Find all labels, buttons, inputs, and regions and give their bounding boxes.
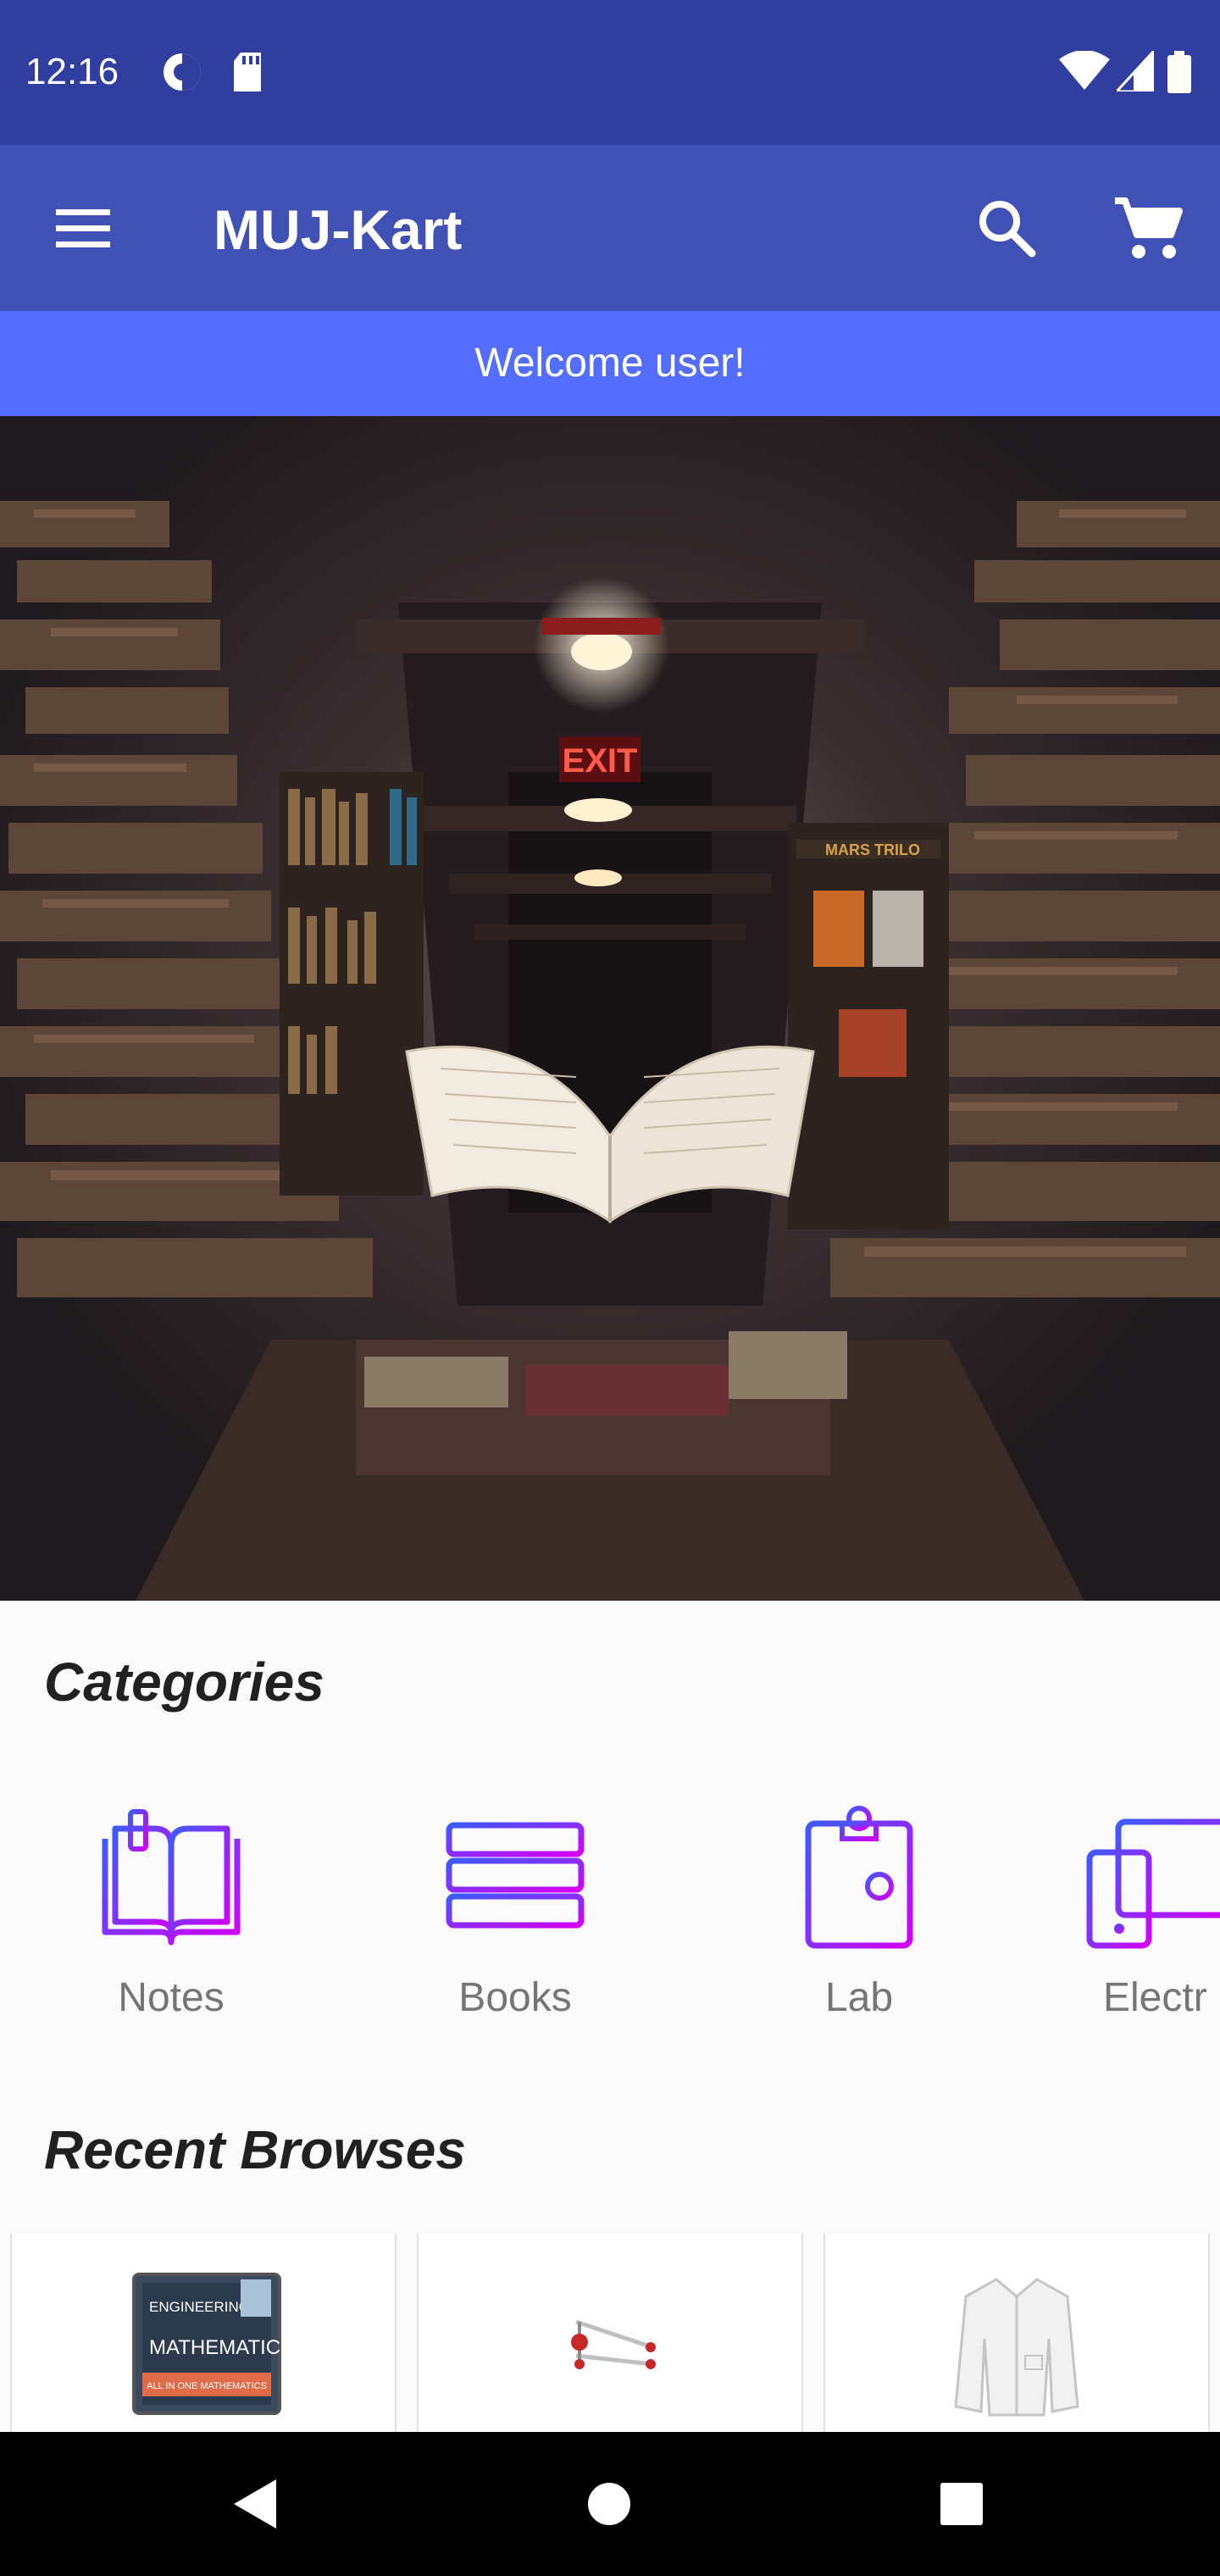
recents-icon — [940, 2483, 983, 2525]
category-electronics[interactable]: Electr — [1076, 1805, 1220, 2051]
library-banner-image: EXIT MARS TRILO — [0, 416, 1220, 1601]
book-cover-line2: MATHEMATICS — [149, 2336, 283, 2359]
sd-card-icon — [234, 53, 261, 92]
carousel-banner[interactable]: EXIT MARS TRILO — [0, 416, 1220, 1601]
status-bar: 12:16 — [0, 0, 1220, 145]
wifi-icon — [1059, 51, 1110, 90]
recent-item-drafter[interactable] — [417, 2234, 803, 2432]
lab-coat-image — [942, 2271, 1091, 2420]
search-button[interactable] — [964, 186, 1049, 270]
search-icon — [979, 201, 1036, 258]
home-button[interactable] — [571, 2466, 647, 2542]
category-books[interactable]: Books — [388, 1805, 642, 2051]
book-spine-text: MARS TRILO — [825, 841, 920, 858]
categories-title: Categories — [44, 1652, 324, 1713]
exit-sign: EXIT — [563, 742, 638, 780]
system-navigation-bar — [0, 2432, 1220, 2576]
recent-item-lab-coat[interactable] — [824, 2234, 1210, 2432]
drafter-image — [551, 2271, 669, 2415]
category-lab[interactable]: Lab — [732, 1805, 986, 2051]
recent-browses-title: Recent Browses — [44, 2119, 466, 2180]
clipboard-id-icon — [805, 1806, 913, 1949]
recent-item-engineering-mathematics[interactable]: ENGINEERING MATHEMATICS ALL IN ONE MATHE… — [10, 2234, 396, 2432]
app-title: MUJ-Kart — [214, 198, 463, 261]
battery-icon — [1167, 51, 1191, 93]
book-stack-icon — [446, 1822, 585, 1929]
back-button[interactable] — [217, 2466, 293, 2542]
back-icon — [234, 2479, 276, 2529]
menu-icon — [56, 209, 110, 247]
cart-button[interactable] — [1105, 186, 1190, 270]
welcome-banner: Welcome user! — [0, 311, 1220, 416]
category-label: Notes — [118, 1975, 225, 2020]
category-notes[interactable]: Notes — [44, 1805, 298, 2051]
status-time: 12:16 — [25, 51, 119, 92]
open-book-icon — [102, 1809, 241, 1946]
category-label: Lab — [824, 1975, 894, 2020]
recents-button[interactable] — [923, 2466, 1000, 2542]
signal-icon — [1117, 51, 1154, 92]
book-cover-line3: ALL IN ONE MATHEMATICS — [147, 2381, 267, 2391]
book-cover-image: ENGINEERING MATHEMATICS ALL IN ONE MATHE… — [132, 2273, 283, 2415]
app-bar: MUJ-Kart — [0, 145, 1220, 311]
category-label: Electr — [1103, 1975, 1207, 2020]
menu-button[interactable] — [41, 186, 125, 270]
data-saver-icon — [164, 53, 201, 91]
devices-icon — [1086, 1818, 1220, 1949]
category-label: Books — [458, 1975, 572, 2020]
cart-icon — [1115, 197, 1183, 258]
home-icon — [588, 2483, 630, 2525]
book-cover-line1: ENGINEERING — [149, 2299, 250, 2315]
